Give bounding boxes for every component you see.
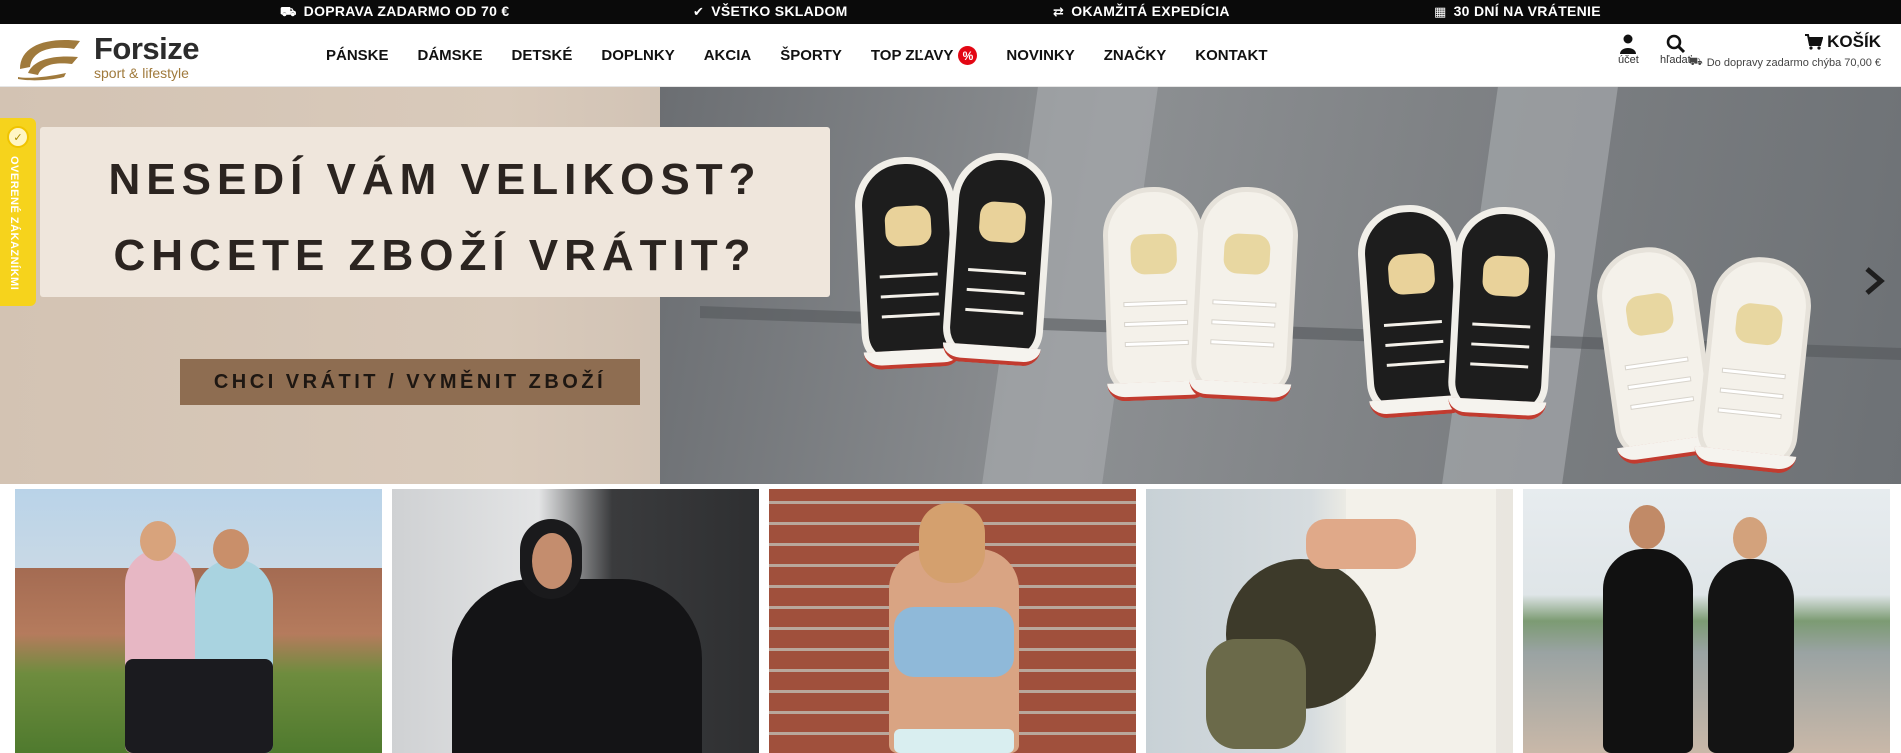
nav-item-detske[interactable]: DETSKÉ [512, 46, 573, 65]
tile-men[interactable] [392, 489, 759, 753]
cart-icon [1805, 34, 1824, 50]
site-logo[interactable]: Forsize sport & lifestyle [14, 30, 214, 82]
chevron-right-icon[interactable] [1863, 267, 1885, 295]
woman-tracksuit [1708, 559, 1794, 753]
nav-item-znacky[interactable]: ZNAČKY [1104, 46, 1167, 65]
exchange-icon: ⇄ [1053, 3, 1065, 19]
tile-accessories[interactable] [1146, 489, 1513, 753]
leggings [125, 659, 273, 753]
search-label: hľadať [1660, 54, 1692, 66]
black-sneaker [1446, 204, 1558, 421]
black-sneaker [940, 149, 1056, 368]
logo-tagline: sport & lifestyle [94, 64, 189, 81]
category-tiles [15, 489, 1890, 753]
search-button[interactable]: hľadať [1660, 34, 1692, 66]
tile-women[interactable] [15, 489, 382, 753]
tile-sports[interactable] [1523, 489, 1890, 753]
truck-icon: ⛟ [280, 3, 297, 19]
cap-brim [1206, 639, 1306, 749]
cart-label: KOŠÍK [1827, 32, 1881, 51]
instant-dispatch-info: ⇄ OKAMŽITÁ EXPEDÍCIA [1053, 3, 1230, 19]
tile-kids[interactable] [769, 489, 1136, 753]
return-days-label: 30 DNÍ NA VRÁTENIE [1453, 3, 1601, 19]
account-label: účet [1618, 54, 1639, 66]
hero-text-panel: NESEDÍ VÁM VELIKOST? CHCETE ZBOŽÍ VRÁTIT… [40, 127, 830, 297]
hand [1306, 519, 1416, 569]
calendar-icon: ▦ [1434, 3, 1447, 19]
hero-headline-2: CHCETE ZBOŽÍ VRÁTIT? [113, 231, 757, 280]
white-sneaker [1188, 184, 1301, 403]
account-button[interactable]: účet [1618, 34, 1639, 66]
in-stock-label: VŠETKO SKLADOM [711, 3, 848, 19]
verified-label: OVERENÉ ZÁKAZNÍKMI [8, 156, 20, 291]
site-header: Forsize sport & lifestyle PÁNSKE DÁMSKE … [0, 24, 1901, 87]
nav-item-damske[interactable]: DÁMSKE [418, 46, 483, 65]
discount-badge: % [958, 46, 978, 65]
search-icon [1666, 34, 1685, 54]
black-hoodie [452, 579, 702, 753]
sports-bra [894, 607, 1014, 677]
forsize-logo-icon [18, 40, 80, 81]
shorts [894, 729, 1014, 753]
in-stock-info: ✔ VŠETKO SKLADOM [693, 3, 848, 19]
nav-item-akcia[interactable]: AKCIA [704, 46, 752, 65]
cart-button[interactable]: KOŠÍK ⛟ Do dopravy zadarmo chýba 70,00 € [1689, 32, 1881, 70]
verified-seal-icon: ✓ [7, 126, 29, 148]
nav-item-top-zlavy-label: TOP ZĽAVY [870, 47, 954, 64]
check-icon: ✔ [693, 3, 705, 19]
free-shipping-label: DOPRAVA ZADARMO OD 70 € [303, 3, 510, 19]
nav-item-top-zlavy[interactable]: TOP ZĽAVY % [871, 46, 978, 65]
instant-dispatch-label: OKAMŽITÁ EXPEDÍCIA [1071, 3, 1230, 19]
nav-item-kontakt[interactable]: KONTAKT [1195, 46, 1267, 65]
nav-item-panske[interactable]: PÁNSKE [326, 46, 389, 65]
cart-shipping-note: Do dopravy zadarmo chýba 70,00 € [1706, 57, 1881, 69]
nav-item-doplnky[interactable]: DOPLNKY [601, 46, 674, 65]
nav-item-sporty[interactable]: ŠPORTY [780, 46, 842, 65]
user-icon [1620, 34, 1637, 54]
free-shipping-info: ⛟ DOPRAVA ZADARMO OD 70 € [280, 3, 509, 19]
main-nav: PÁNSKE DÁMSKE DETSKÉ DOPLNKY AKCIA ŠPORT… [326, 46, 1296, 65]
hero-banner[interactable]: NESEDÍ VÁM VELIKOST? CHCETE ZBOŽÍ VRÁTIT… [0, 87, 1901, 484]
top-info-bar: ⛟ DOPRAVA ZADARMO OD 70 € ✔ VŠETKO SKLAD… [0, 0, 1901, 24]
man-tracksuit [1603, 549, 1693, 753]
return-exchange-button[interactable]: CHCI VRÁTIT / VYMĚNIT ZBOŽÍ [180, 359, 640, 405]
hero-headline-1: NESEDÍ VÁM VELIKOST? [108, 155, 762, 204]
logo-wordmark: Forsize [94, 30, 200, 66]
nav-item-novinky[interactable]: NOVINKY [1006, 46, 1074, 65]
truck-icon: ⛟ [1688, 56, 1703, 68]
verified-customers-badge[interactable]: ✓ OVERENÉ ZÁKAZNÍKMI [0, 118, 36, 306]
return-days-info: ▦ 30 DNÍ NA VRÁTENIE [1434, 3, 1601, 19]
